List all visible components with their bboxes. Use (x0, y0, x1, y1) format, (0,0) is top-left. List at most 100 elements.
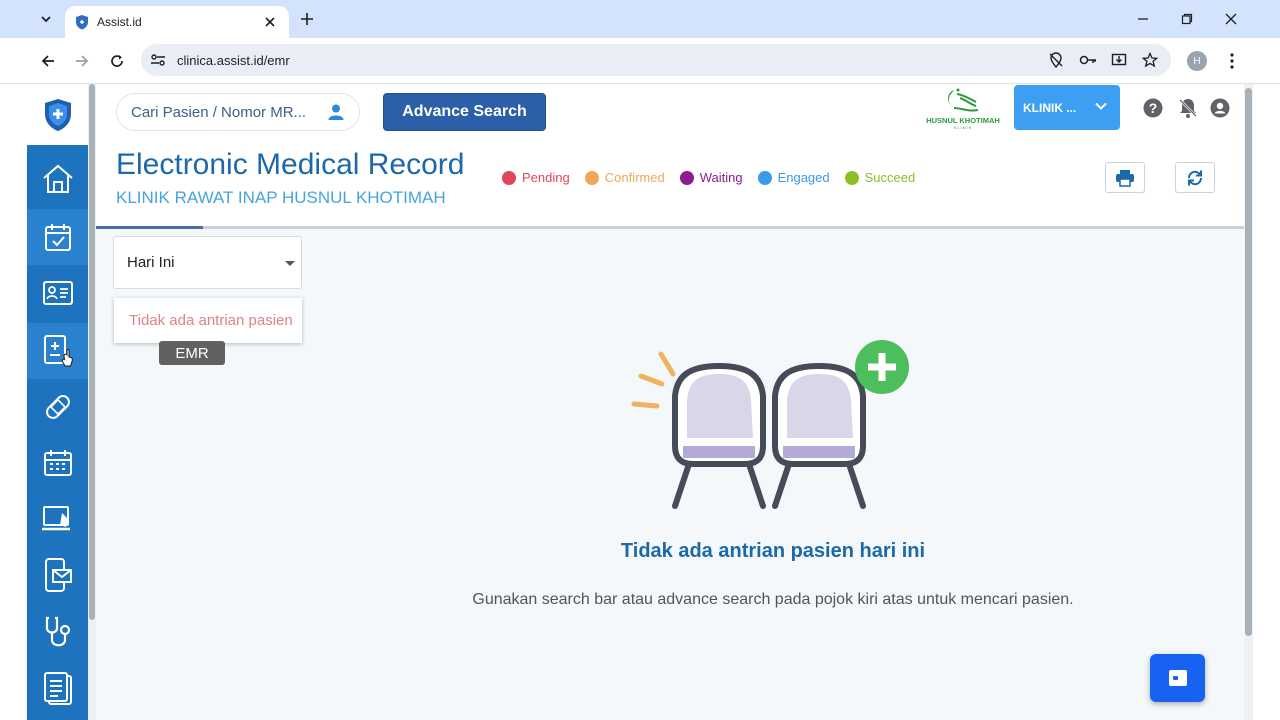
location-off-icon[interactable] (1047, 51, 1065, 69)
plus-icon (301, 13, 313, 25)
profile-avatar[interactable]: H (1187, 51, 1207, 71)
sidebar-item-messages[interactable] (27, 547, 88, 603)
sidebar-item-schedule[interactable] (27, 435, 88, 491)
add-plus-circle-icon (855, 340, 909, 394)
bookmark-star-icon[interactable] (1141, 51, 1159, 69)
restore-button[interactable] (1174, 6, 1200, 32)
header-divider (96, 226, 1245, 229)
reload-button[interactable] (104, 48, 130, 74)
sidebar-item-emr[interactable] (27, 323, 88, 379)
clinic-selector[interactable]: KLINIK ... (1014, 85, 1120, 130)
refresh-button[interactable] (1175, 162, 1215, 193)
advance-search-button[interactable]: Advance Search (383, 93, 546, 131)
legend-dot (584, 170, 599, 185)
clipboard-icon (43, 672, 72, 705)
chair-left-icon (672, 362, 766, 509)
reload-icon (111, 55, 123, 67)
sidebar-item-patients[interactable] (27, 265, 88, 321)
window-left-gutter (0, 84, 27, 720)
patient-search[interactable] (116, 93, 360, 131)
legend-dot (757, 170, 772, 185)
chat-icon (1168, 670, 1187, 686)
browser-menu-icon[interactable] (1224, 49, 1240, 73)
minimize-icon (1138, 18, 1148, 20)
stethoscope-icon (45, 616, 70, 647)
chevron-down-icon (1095, 102, 1107, 110)
window-right-gutter (1253, 84, 1280, 720)
sidebar-item-telemedicine[interactable] (27, 491, 88, 547)
browser-toolbar: clinica.assist.id/emr H (0, 38, 1280, 84)
svg-text:?: ? (1149, 100, 1158, 116)
print-button[interactable] (1105, 162, 1145, 193)
legend-item-pending: Pending (502, 170, 570, 185)
page-title: Electronic Medical Record (116, 148, 465, 181)
caret-down-icon (285, 261, 295, 266)
close-icon (1225, 13, 1237, 25)
address-bar[interactable]: clinica.assist.id/emr (141, 44, 1171, 76)
sidebar-item-appointments[interactable] (27, 209, 88, 265)
status-legend: Pending Confirmed Waiting Engaged Succee… (502, 170, 930, 185)
legend-label: Confirmed (604, 170, 665, 185)
page-header: Advance Search HUSNUL KHOTIMAH KLINIK KL… (96, 84, 1245, 226)
site-settings-icon[interactable] (149, 51, 167, 69)
legend-dot (844, 170, 859, 185)
account-icon[interactable] (1209, 97, 1231, 119)
legend-label: Succeed (864, 170, 916, 185)
patient-search-input[interactable] (131, 103, 327, 121)
sidebar-item-home[interactable] (27, 151, 88, 207)
help-icon[interactable]: ? (1142, 97, 1164, 119)
sidebar (27, 145, 88, 720)
home-icon (42, 164, 73, 193)
browser-tabstrip: Assist.id (0, 0, 1280, 38)
sidebar-item-examination[interactable] (27, 605, 88, 661)
minimize-button[interactable] (1130, 6, 1156, 32)
empty-state-title: Tidak ada antrian pasien hari ini (620, 540, 926, 562)
legend-label: Pending (522, 170, 570, 185)
legend-item-confirmed: Confirmed (584, 170, 665, 185)
app-logo[interactable] (27, 84, 88, 145)
page-scroll-thumb[interactable] (1245, 88, 1252, 636)
clinic-logo-text: HUSNUL KHOTIMAH (926, 116, 1000, 125)
sidebar-item-treatment[interactable] (27, 379, 88, 435)
clinic-logo: HUSNUL KHOTIMAH KLINIK (924, 86, 1002, 130)
sync-icon (1187, 170, 1203, 185)
calendar-icon (44, 224, 71, 251)
page-subtitle: KLINIK RAWAT INAP HUSNUL KHOTIMAH (116, 188, 446, 207)
clinic-logo-subtext: KLINIK (954, 125, 973, 130)
sidebar-item-reports[interactable] (27, 661, 88, 717)
medical-record-icon (43, 335, 73, 367)
close-window-button[interactable] (1218, 6, 1244, 32)
date-filter-select[interactable]: Hari Ini (113, 236, 302, 289)
sidebar-scroll-thumb[interactable] (89, 84, 95, 620)
tab-close-icon[interactable] (261, 13, 279, 31)
url-text: clinica.assist.id/emr (177, 52, 290, 68)
person-icon[interactable] (327, 103, 345, 121)
restore-icon (1181, 13, 1193, 25)
notifications-off-icon[interactable] (1177, 97, 1199, 119)
chat-widget-button[interactable] (1150, 654, 1205, 702)
arrow-right-icon (76, 55, 89, 67)
assist-shield-logo-icon (44, 98, 71, 131)
mobile-mail-icon (44, 558, 72, 592)
forward-button[interactable] (69, 48, 95, 74)
legend-dot (502, 170, 516, 185)
legend-item-succeed: Succeed (844, 170, 916, 185)
printer-icon (1116, 169, 1134, 187)
legend-label: Waiting (699, 170, 743, 185)
sparkle-lines-icon (631, 351, 676, 409)
legend-label: Engaged (777, 170, 830, 185)
key-icon[interactable] (1079, 51, 1097, 69)
install-app-icon[interactable] (1110, 51, 1128, 69)
tab-search-button[interactable] (34, 7, 58, 31)
browser-tab[interactable]: Assist.id (65, 6, 289, 38)
header-active-indicator (96, 226, 203, 229)
emr-tooltip: EMR (159, 341, 225, 365)
new-tab-button[interactable] (296, 8, 318, 30)
empty-state-message: Gunakan search bar atau advance search p… (472, 591, 1074, 608)
queue-empty-card: Tidak ada antrian pasien (114, 298, 302, 343)
chevron-down-icon (41, 16, 51, 23)
legend-dot (679, 170, 694, 185)
back-button[interactable] (35, 48, 61, 74)
empty-waiting-chairs-illustration (631, 340, 909, 509)
legend-item-waiting: Waiting (679, 170, 743, 185)
